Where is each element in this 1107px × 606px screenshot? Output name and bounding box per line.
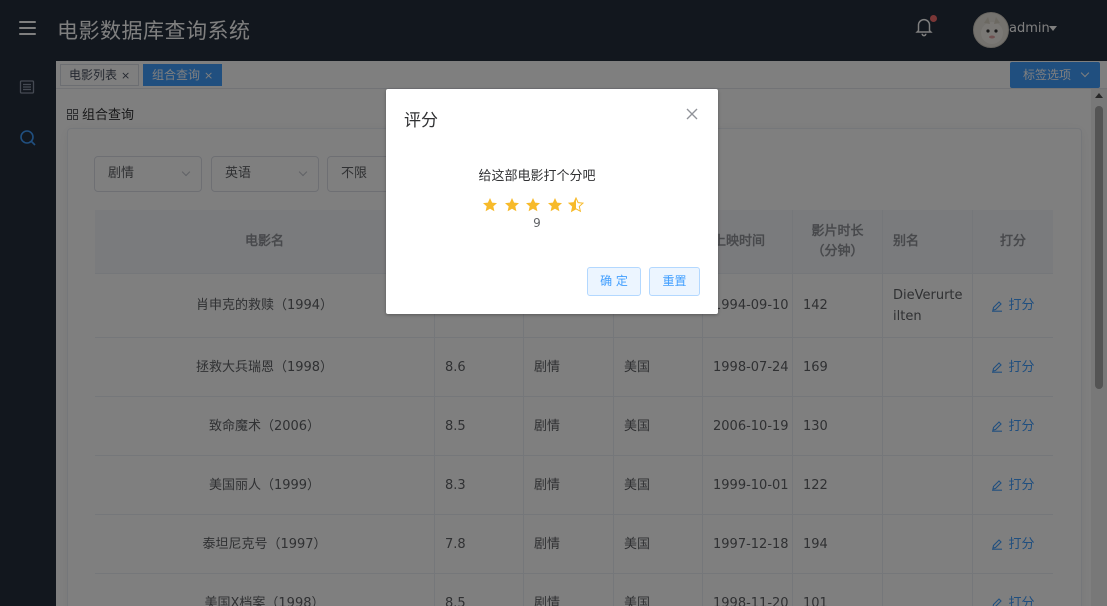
- close-icon[interactable]: [686, 108, 698, 120]
- dialog-title: 评分: [404, 111, 438, 131]
- star-rating[interactable]: [482, 196, 590, 217]
- star-full-icon[interactable]: [504, 197, 520, 213]
- rating-value: 9: [533, 216, 541, 230]
- reset-button[interactable]: 重置: [649, 267, 700, 296]
- star-half-icon[interactable]: [567, 196, 585, 213]
- star-full-icon[interactable]: [482, 197, 498, 213]
- dialog-message: 给这部电影打个分吧: [478, 169, 596, 184]
- star-full-icon[interactable]: [525, 197, 541, 213]
- confirm-button[interactable]: 确 定: [587, 267, 641, 296]
- star-full-icon[interactable]: [547, 197, 563, 213]
- rating-dialog: 评分 给这部电影打个分吧 9 确 定 重置: [386, 89, 718, 314]
